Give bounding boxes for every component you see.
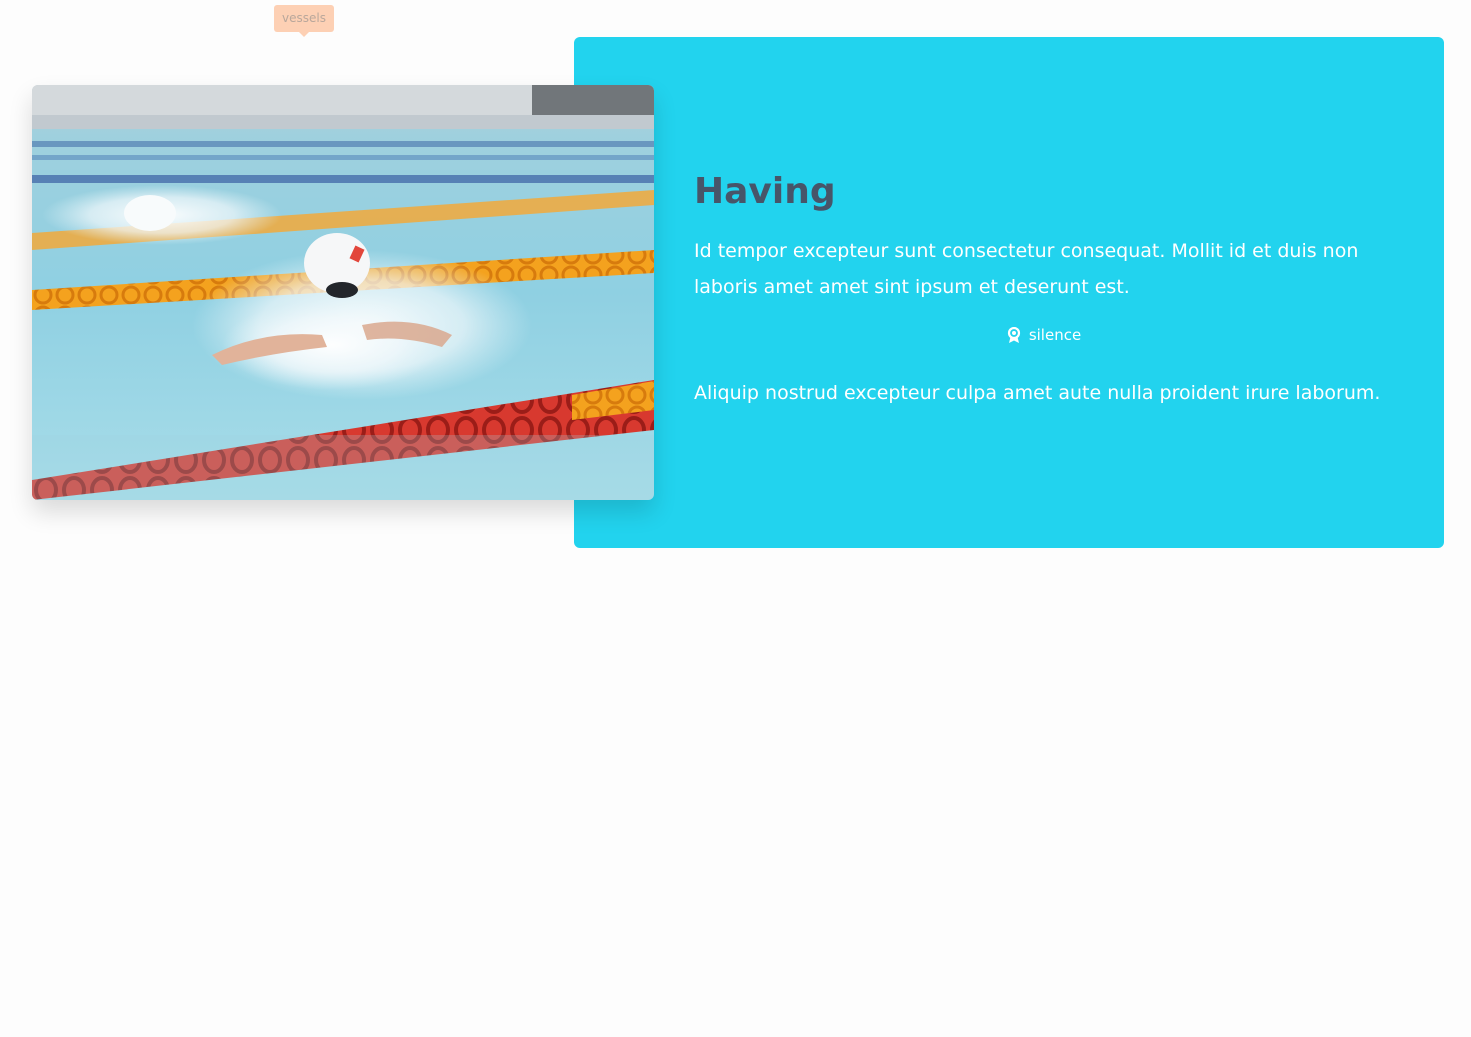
card-description: Id tempor excepteur sunt consectetur con… (694, 240, 1359, 298)
award-icon (1007, 326, 1021, 344)
swimmer-photo (32, 85, 654, 500)
card-note: Aliquip nostrud excepteur culpa amet aut… (694, 382, 1381, 404)
swimmer-image (32, 85, 654, 500)
badge-label: silence (1028, 326, 1082, 344)
card-content: Having Id tempor excepteur sunt consecte… (694, 167, 1394, 411)
page: vessels Having Id tempor excepteur sunt … (0, 0, 1471, 1037)
tooltip-tag: vessels (274, 5, 334, 37)
feature-card: Having Id tempor excepteur sunt consecte… (574, 37, 1444, 548)
badge: silence (694, 323, 1394, 347)
card-title: Having (694, 171, 836, 212)
